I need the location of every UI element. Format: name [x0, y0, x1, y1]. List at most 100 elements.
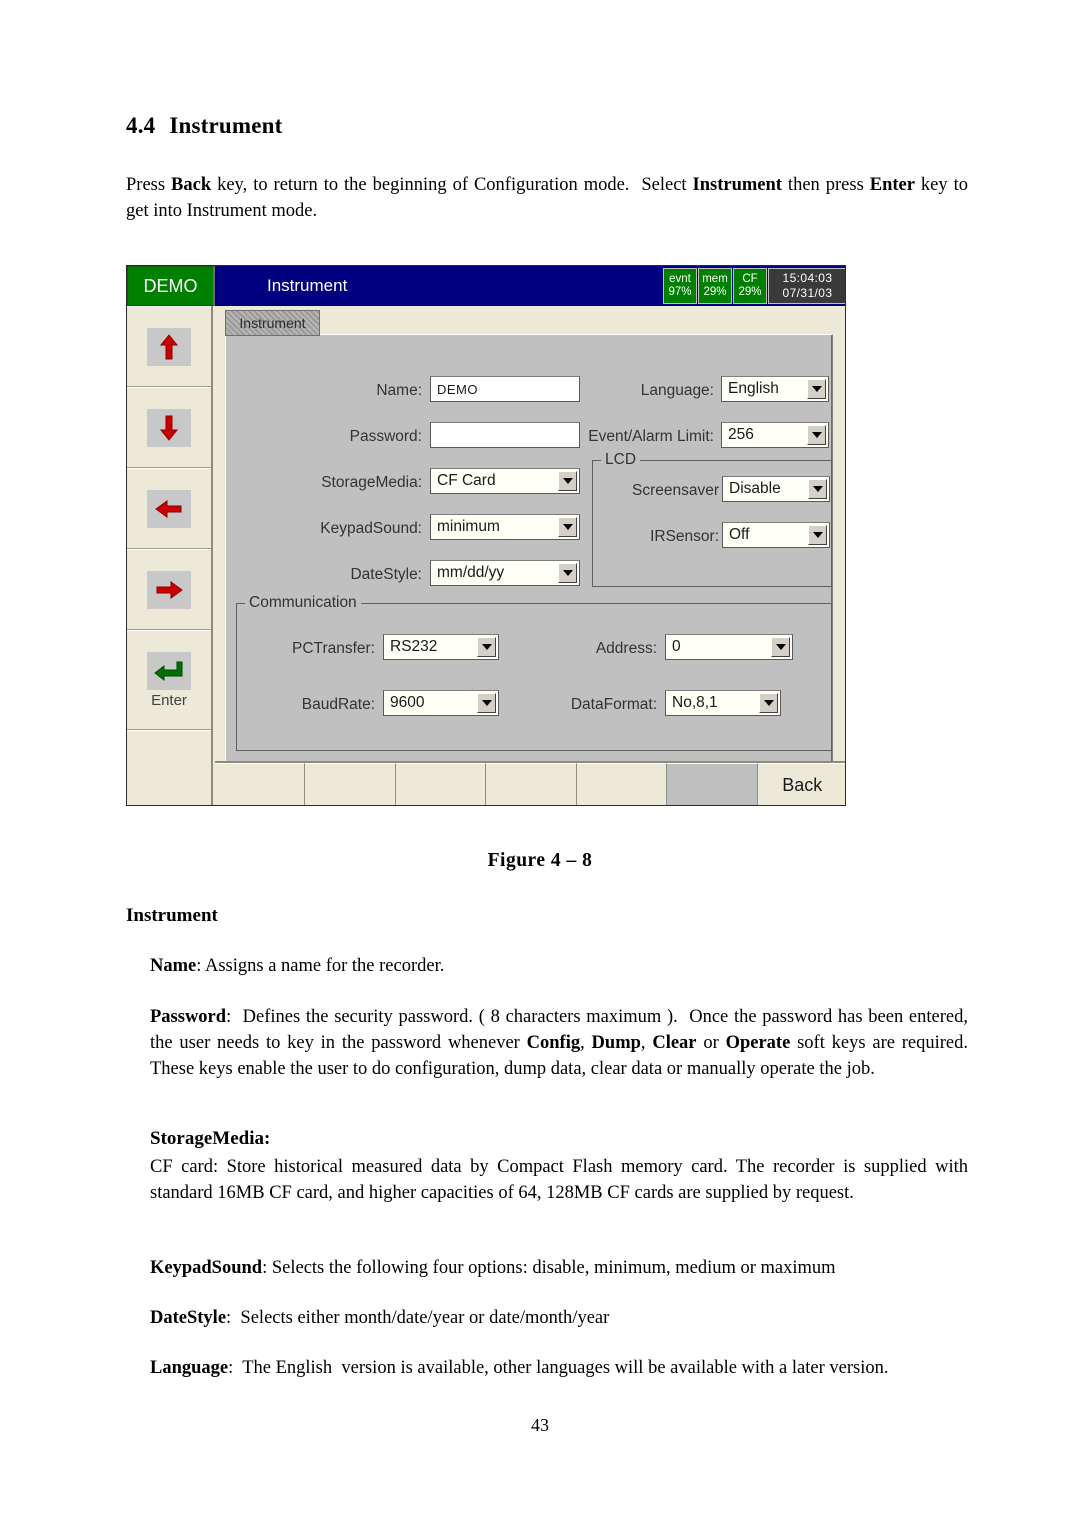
dataformat-value: No,8,1	[672, 694, 718, 711]
status-evnt-label: evnt	[669, 273, 691, 285]
eventalarmlimit-value: 256	[728, 426, 754, 443]
address-label: Address:	[595, 640, 657, 657]
status-indicators: evnt 97% mem 29% CF 29% 15:04:03 07/31/0…	[663, 266, 845, 306]
device-topbar: DEMO Instrument evnt 97% mem 29% CF 29% …	[127, 266, 845, 306]
chevron-down-icon[interactable]	[807, 425, 826, 445]
irsensor-label: IRSensor:	[650, 528, 719, 545]
irsensor-select[interactable]: Off	[722, 522, 830, 548]
heading-text: Instrument	[169, 113, 283, 138]
clock-display: 15:04:03 07/31/03	[768, 268, 845, 304]
chevron-down-icon[interactable]	[808, 525, 827, 545]
chevron-down-icon[interactable]	[477, 637, 496, 657]
blank-key	[127, 730, 211, 792]
eventalarmlimit-select[interactable]: 256	[721, 422, 829, 448]
status-mem: mem 29%	[698, 268, 732, 304]
softkey-6[interactable]	[667, 763, 758, 805]
eventalarmlimit-label: Event/Alarm Limit:	[588, 428, 714, 445]
status-evnt-value: 97%	[668, 286, 692, 298]
name-label: Name:	[376, 382, 422, 399]
language-label: Language:	[640, 382, 714, 399]
softkey-1[interactable]	[215, 763, 306, 805]
device-content: Instrument Name: DEMO Password: StorageM…	[215, 306, 845, 805]
softkey-4[interactable]	[486, 763, 577, 805]
status-cf-value: 29%	[738, 286, 762, 298]
device-title: Instrument	[215, 266, 663, 306]
document-page: 4.4 Instrument Press Back key, to return …	[0, 0, 1080, 1528]
password-description: Password: Defines the security password.…	[150, 1007, 969, 1079]
lcd-group-title: LCD	[601, 451, 641, 469]
language-description: Language: The English version is availab…	[150, 1358, 889, 1378]
name-input[interactable]: DEMO	[430, 376, 580, 402]
pctransfer-value: RS232	[390, 638, 438, 655]
arrow-down-icon	[147, 408, 191, 447]
down-arrow-key[interactable]	[127, 387, 211, 468]
up-arrow-key[interactable]	[127, 306, 211, 387]
softkey-2[interactable]	[305, 763, 396, 805]
chevron-down-icon[interactable]	[558, 471, 577, 491]
datestyle-select[interactable]: mm/dd/yy	[430, 560, 580, 586]
left-arrow-key[interactable]	[127, 468, 211, 549]
storagemedia-label: StorageMedia:	[321, 474, 422, 491]
address-select[interactable]: 0	[665, 634, 793, 660]
arrow-right-icon	[147, 570, 191, 609]
softkey-3[interactable]	[395, 763, 487, 805]
chevron-down-icon[interactable]	[759, 693, 778, 713]
section-subhead: Instrument	[126, 905, 218, 926]
figure-caption: Figure 4 – 8	[487, 850, 593, 871]
intro-paragraph: Press Back key, to return to the beginni…	[126, 175, 969, 221]
status-cf: CF 29%	[733, 268, 767, 304]
chevron-down-icon[interactable]	[808, 479, 827, 499]
softkey-bar: Back	[215, 761, 845, 805]
dataformat-label: DataFormat:	[570, 696, 657, 713]
datestyle-label: DateStyle:	[350, 566, 422, 583]
communication-group-title: Communication	[245, 594, 361, 612]
screensaver-value: Disable	[729, 480, 781, 497]
pctransfer-select[interactable]: RS232	[383, 634, 499, 660]
device-screenshot: DEMO Instrument evnt 97% mem 29% CF 29% …	[126, 265, 846, 806]
demo-badge: DEMO	[127, 266, 215, 306]
screensaver-label: Screensaver	[631, 482, 719, 499]
chevron-down-icon[interactable]	[807, 379, 826, 399]
instrument-form-panel: Name: DEMO Password: StorageMedia: CF Ca…	[225, 334, 833, 764]
address-value: 0	[672, 638, 681, 655]
communication-group: Communication PCTransfer: RS232 Address:…	[236, 594, 832, 751]
datestyle-description: DateStyle: Selects either month/date/yea…	[150, 1308, 610, 1328]
pctransfer-label: PCTransfer:	[292, 640, 375, 657]
dataformat-select[interactable]: No,8,1	[665, 690, 781, 716]
heading-number: 4.4	[126, 113, 156, 138]
keypadsound-description: KeypadSound: Selects the following four …	[150, 1258, 836, 1278]
storagemedia-select[interactable]: CF Card	[430, 468, 580, 494]
password-label: Password:	[349, 428, 422, 445]
back-button[interactable]: Back	[757, 763, 845, 805]
device-keypad: Enter	[127, 306, 213, 805]
baudrate-select[interactable]: 9600	[383, 690, 499, 716]
chevron-down-icon[interactable]	[477, 693, 496, 713]
enter-arrow-icon	[147, 651, 191, 690]
chevron-down-icon[interactable]	[558, 517, 577, 537]
name-input-value: DEMO	[437, 381, 478, 397]
lcd-group: LCD Screensaver Disable IRSensor: Off	[592, 451, 832, 587]
baudrate-value: 9600	[390, 694, 425, 711]
softkey-5[interactable]	[576, 763, 668, 805]
screensaver-select[interactable]: Disable	[722, 476, 830, 502]
status-cf-label: CF	[742, 273, 758, 285]
language-select[interactable]: English	[721, 376, 829, 402]
keypadsound-label: KeypadSound:	[320, 520, 422, 537]
enter-key[interactable]: Enter	[127, 630, 211, 730]
chevron-down-icon[interactable]	[771, 637, 790, 657]
arrow-up-icon	[147, 327, 191, 366]
chevron-down-icon[interactable]	[558, 563, 577, 583]
baudrate-label: BaudRate:	[301, 696, 375, 713]
right-arrow-key[interactable]	[127, 549, 211, 630]
storagemedia-value: CF Card	[437, 472, 496, 489]
irsensor-value: Off	[729, 526, 750, 543]
keypadsound-select[interactable]: minimum	[430, 514, 580, 540]
clock-date: 07/31/03	[782, 286, 833, 300]
storagemedia-description: CF card: Store historical measured data …	[150, 1157, 968, 1203]
status-mem-value: 29%	[703, 286, 727, 298]
arrow-left-icon	[147, 489, 191, 528]
name-description: Name: Assigns a name for the recorder.	[150, 956, 445, 976]
enter-key-label: Enter	[151, 691, 187, 709]
tab-instrument[interactable]: Instrument	[225, 310, 320, 336]
language-value: English	[728, 380, 779, 397]
